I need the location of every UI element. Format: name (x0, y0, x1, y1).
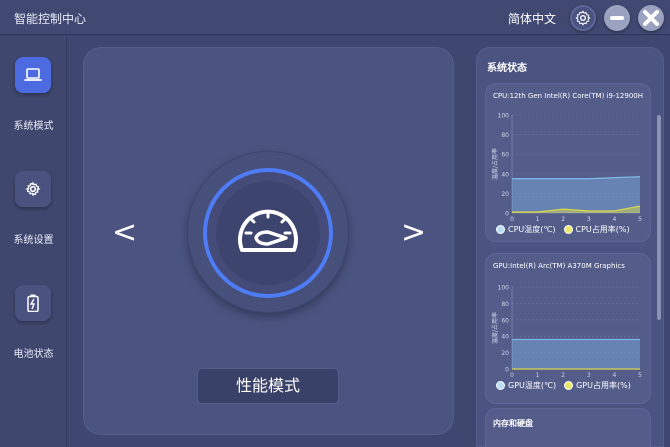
sidebar-icon-button[interactable] (15, 285, 51, 321)
legend-swatch (564, 381, 574, 390)
close-icon (643, 10, 659, 26)
x-tick-label: 1 (536, 216, 540, 223)
language-selector[interactable]: 简体中文 (508, 10, 556, 27)
close-button[interactable] (638, 5, 664, 31)
y-tick-label: 40 (501, 334, 509, 341)
next-mode-button[interactable]: > (401, 215, 426, 250)
x-tick-label: 4 (612, 216, 616, 223)
gear-icon (25, 181, 41, 197)
laptop-icon (24, 68, 42, 81)
y-tick-label: 80 (501, 301, 509, 308)
speedometer-icon (238, 209, 298, 252)
memory-disk-card: 内存和硬盘 (486, 409, 650, 447)
gpu-status-card: GPU:Intel(R) Arc(TM) A370M Graphics 0 20 4… (486, 254, 650, 403)
series-area (512, 339, 640, 369)
x-tick-label: 2 (561, 372, 565, 379)
previous-mode-button[interactable]: < (112, 215, 137, 250)
app-title: 智能控制中心 (14, 12, 87, 26)
y-tick-label: 40 (501, 171, 509, 178)
sidebar-item-label: 系统模式 (13, 121, 54, 132)
sidebar-item-label: 系统设置 (13, 235, 54, 246)
y-tick-label: 100 (498, 285, 510, 292)
x-tick-label: 0 (510, 216, 514, 223)
legend-swatch (496, 225, 505, 234)
x-tick-label: 1 (536, 372, 540, 379)
memory-title: 内存和硬盘 (493, 419, 533, 428)
y-tick-label: 20 (501, 191, 509, 198)
y-axis-label: 温度/占用率 (491, 312, 499, 344)
battery-icon (27, 294, 39, 312)
sidebar-icon-button[interactable] (15, 57, 51, 93)
cpu-status-card: CPU:12th Gen Intel(R) Core(TM) i9-12900H… (486, 84, 650, 241)
minimize-icon (610, 16, 624, 20)
status-scrollbar[interactable] (657, 115, 661, 320)
y-tick-label: 60 (501, 317, 509, 324)
legend-swatch (496, 381, 505, 390)
status-title: 系统状态 (487, 63, 527, 74)
y-tick-label: 0 (505, 367, 509, 374)
legend-item: CPU温度(℃) (496, 224, 556, 235)
legend-label: CPU占用率(%) (575, 225, 630, 234)
y-axis-label: 温度/占用率 (491, 148, 499, 180)
x-tick-label: 0 (510, 372, 514, 379)
x-tick-label: 3 (587, 216, 591, 223)
y-tick-label: 100 (498, 113, 510, 120)
x-tick-label: 5 (638, 372, 642, 379)
sidebar-icon-button[interactable] (15, 171, 51, 207)
x-tick-label: 5 (638, 216, 642, 223)
series-area (512, 176, 640, 213)
title-bar: 智能控制中心 简体中文 (0, 0, 670, 35)
gpu-legend: GPU温度(℃) GPU占用率(%) (496, 380, 631, 391)
legend-item: GPU占用率(%) (564, 380, 631, 391)
sidebar-item-label: 电池状态 (13, 349, 54, 360)
legend-swatch (563, 225, 573, 234)
x-tick-label: 2 (561, 216, 565, 223)
legend-label: GPU占用率(%) (576, 381, 631, 390)
legend-label: CPU温度(℃) (508, 225, 556, 234)
sidebar: 系统模式 系统设置 电池状态 (0, 36, 67, 447)
y-tick-label: 20 (501, 350, 509, 357)
cpu-chart: 0 20 40 60 80 100 0 1 2 3 4 5 温度/占用率 (491, 113, 642, 224)
current-mode-label: 性能模式 (198, 369, 338, 403)
x-tick-label: 4 (612, 372, 616, 379)
legend-item: GPU温度(℃) (496, 380, 556, 391)
y-tick-label: 80 (501, 132, 509, 139)
y-tick-label: 0 (505, 211, 509, 218)
settings-button[interactable] (570, 5, 596, 31)
x-tick-label: 3 (587, 372, 591, 379)
legend-item: CPU占用率(%) (563, 224, 630, 235)
minimize-button[interactable] (604, 5, 630, 31)
cpu-legend: CPU温度(℃) CPU占用率(%) (496, 224, 630, 235)
gear-icon (575, 10, 591, 26)
legend-label: GPU温度(℃) (508, 381, 557, 390)
y-tick-label: 60 (501, 152, 509, 159)
system-status-panel: 系统状态 CPU:12th Gen Intel(R) Core(TM) i9-1… (476, 47, 664, 447)
